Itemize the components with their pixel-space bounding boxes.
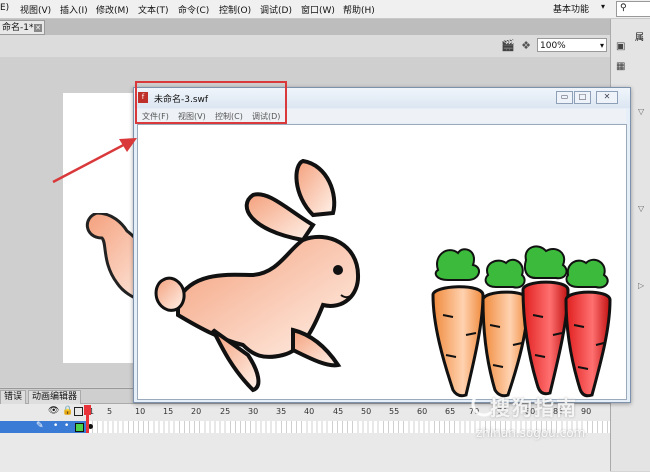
minimize-button[interactable]: ▭ xyxy=(556,91,573,104)
chevron-right-icon[interactable]: ▷ xyxy=(638,281,644,290)
frame-number: 65 xyxy=(445,407,456,416)
menu-help[interactable]: 帮助(H) xyxy=(343,3,375,16)
chevron-down-icon[interactable]: ▽ xyxy=(638,204,644,213)
menu-commands[interactable]: 命令(C) xyxy=(178,3,209,16)
swf-preview-window[interactable]: f 未命名-3.swf ▭ □ ✕ 文件(F) 视图(V) 控制(C) 调试(D… xyxy=(133,87,631,403)
chevron-down-icon[interactable]: ▽ xyxy=(638,107,644,116)
document-tab[interactable]: 命名-1* ✕ xyxy=(0,20,45,35)
lock-icon[interactable]: 🔒 xyxy=(62,406,73,416)
chevron-down-icon: ▾ xyxy=(600,2,605,11)
rabbit-eye xyxy=(333,265,343,275)
edit-bar: 🎬 ❖ 100% ▾ xyxy=(0,35,610,58)
zoom-value: 100% xyxy=(540,41,566,51)
frame-number: 30 xyxy=(248,407,259,416)
frame-number: 50 xyxy=(361,407,372,416)
workspace-selector[interactable]: 基本功能 ▾ xyxy=(553,2,605,15)
visibility-dot[interactable]: • xyxy=(53,421,58,431)
document-tab-bar: 命名-1* ✕ xyxy=(0,19,610,35)
frame-number: 25 xyxy=(220,407,231,416)
frame-number: 20 xyxy=(191,407,202,416)
frame-number: 55 xyxy=(389,407,400,416)
frame-number: 40 xyxy=(304,407,315,416)
pencil-icon: ✎ xyxy=(36,421,44,431)
menu-insert[interactable]: 插入(I) xyxy=(60,3,88,16)
document-tab-label: 命名-1* xyxy=(2,23,34,33)
maximize-button[interactable]: □ xyxy=(574,91,591,104)
search-input[interactable]: ⚲ xyxy=(616,1,650,17)
frame-number: 35 xyxy=(276,407,287,416)
menu-view[interactable]: 视图(V) xyxy=(20,3,51,16)
playhead[interactable] xyxy=(86,405,89,433)
lock-dot[interactable]: • xyxy=(64,421,69,431)
frame-number: 45 xyxy=(333,407,344,416)
highlight-box xyxy=(135,81,287,124)
watermark-url: zhinan.sogou.com xyxy=(476,426,586,440)
watermark-text: 搜狗指南 xyxy=(490,396,578,420)
outline-icon[interactable] xyxy=(74,407,83,416)
layer-color-icon[interactable] xyxy=(75,423,84,432)
carrots-image xyxy=(431,245,612,398)
frame-number: 5 xyxy=(107,407,113,416)
library-icon[interactable]: ▣ xyxy=(616,41,630,53)
tab-errors[interactable]: 错误 xyxy=(0,390,27,404)
menu-modify[interactable]: 修改(M) xyxy=(96,3,129,16)
menu-bar: E) 视图(V) 插入(I) 修改(M) 文本(T) 命令(C) 控制(O) 调… xyxy=(0,0,650,19)
frame-number: 10 xyxy=(135,407,146,416)
swf-content-area xyxy=(137,124,627,400)
edit-scene-icon[interactable]: 🎬 xyxy=(500,39,516,53)
frame-number: 60 xyxy=(417,407,428,416)
workspace-label: 基本功能 xyxy=(553,5,590,15)
tab-motion-editor[interactable]: 动画编辑器 xyxy=(28,390,82,404)
frame-number: 15 xyxy=(163,407,174,416)
menu-control[interactable]: 控制(O) xyxy=(219,3,251,16)
menu-window[interactable]: 窗口(W) xyxy=(301,3,335,16)
annotation-arrow xyxy=(52,138,137,184)
chevron-down-icon: ▾ xyxy=(599,41,604,50)
layer-item[interactable]: ✎ • • xyxy=(0,421,86,433)
watermark: 搜狗指南 zhinan.sogou.com xyxy=(470,390,630,450)
edit-symbol-icon[interactable]: ❖ xyxy=(518,39,534,53)
menu-debug[interactable]: 调试(D) xyxy=(260,3,292,16)
grid-icon[interactable]: ▦ xyxy=(616,61,630,73)
close-icon[interactable]: ✕ xyxy=(34,24,42,32)
rabbit-image xyxy=(154,158,361,393)
eye-icon[interactable]: 👁 xyxy=(48,406,59,416)
panel-label: 属 xyxy=(635,33,645,43)
zoom-select[interactable]: 100% ▾ xyxy=(537,38,607,52)
menu-text[interactable]: 文本(T) xyxy=(138,3,169,16)
close-button[interactable]: ✕ xyxy=(596,91,618,104)
search-icon: ⚲ xyxy=(620,3,627,13)
menu-edit[interactable]: E) xyxy=(0,3,9,13)
